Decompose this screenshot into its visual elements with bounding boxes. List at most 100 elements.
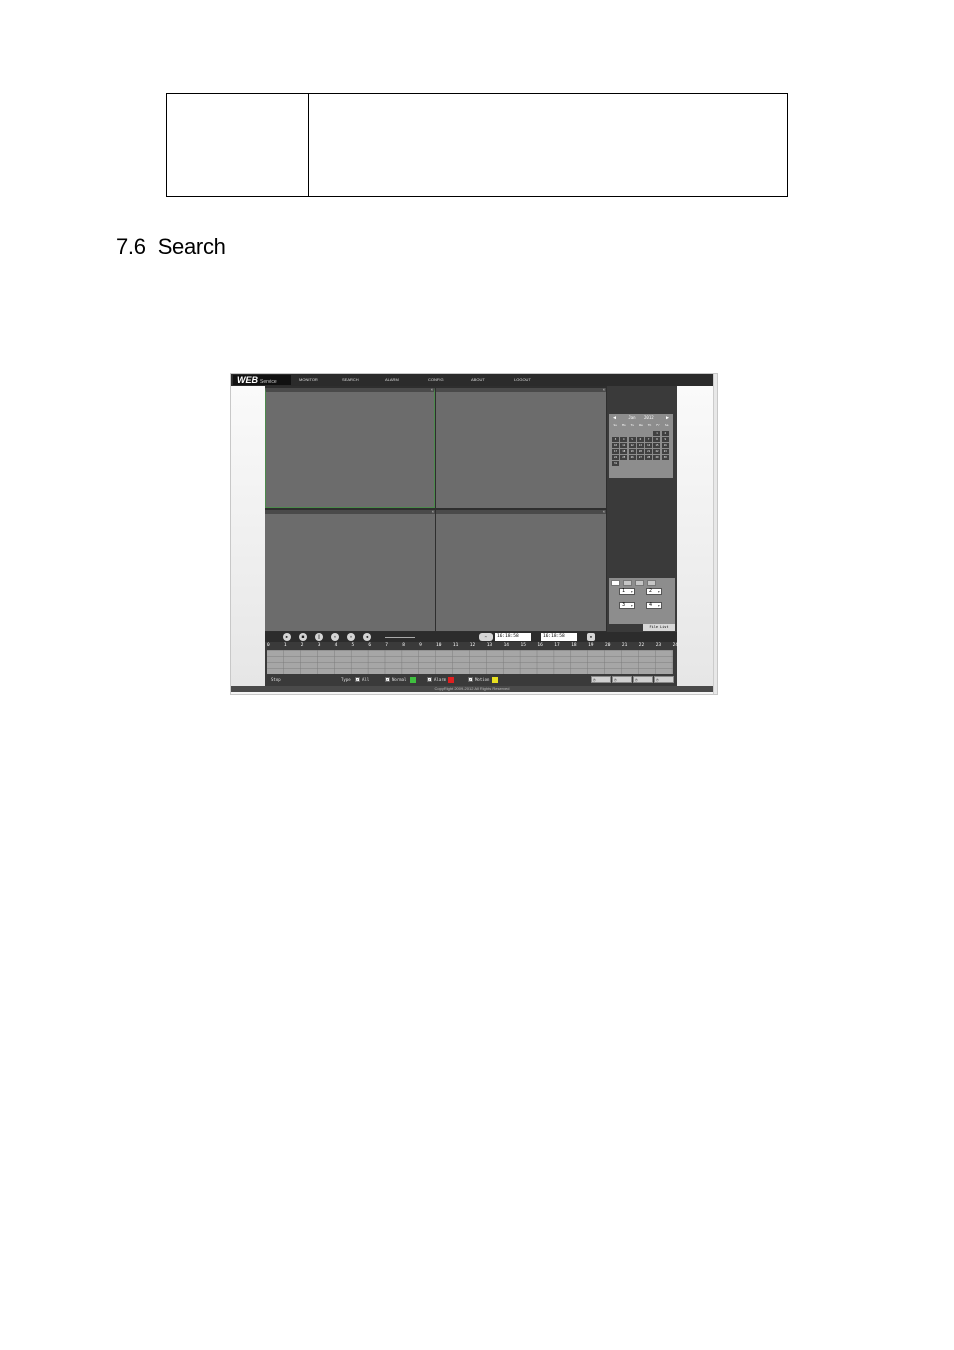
- menu-logout[interactable]: LOGOUT: [514, 374, 531, 386]
- weekday-label: Th: [647, 423, 652, 427]
- channel-select-4[interactable]: 4: [646, 602, 662, 609]
- calendar-day[interactable]: 18: [620, 449, 628, 454]
- volume-slider[interactable]: [385, 637, 415, 638]
- calendar-day[interactable]: 10: [612, 443, 619, 448]
- type-motion-checkbox[interactable]: ✓: [468, 677, 473, 682]
- hour-label: 3: [317, 643, 321, 648]
- calendar-day[interactable]: 20: [636, 449, 644, 454]
- calendar-day[interactable]: 23: [661, 449, 669, 454]
- calendar-day[interactable]: 19: [628, 449, 636, 454]
- slow-icon[interactable]: «: [331, 633, 339, 641]
- type-all-checkbox[interactable]: ✓: [355, 677, 360, 682]
- timeline-grid[interactable]: [267, 650, 673, 674]
- end-time-field[interactable]: 16:18:58: [541, 633, 577, 641]
- stop-icon[interactable]: ■: [299, 633, 307, 641]
- calendar-day[interactable]: 9: [661, 437, 669, 442]
- calendar-day[interactable]: 4: [620, 437, 628, 442]
- calendar-day[interactable]: 14: [645, 443, 653, 448]
- close-icon[interactable]: ×: [432, 509, 434, 514]
- prev-month-icon[interactable]: ◀: [613, 414, 616, 422]
- calendar-day[interactable]: 21: [645, 449, 653, 454]
- close-icon[interactable]: ×: [431, 387, 433, 392]
- zoom-1h-button[interactable]: ◷: [633, 676, 653, 683]
- hour-label: 17: [554, 643, 560, 648]
- page-scrollbar[interactable]: [713, 374, 717, 694]
- clip-icon[interactable]: ✂: [479, 633, 493, 641]
- video-pane-4[interactable]: ×: [436, 509, 606, 631]
- video-pane-3[interactable]: ×: [265, 509, 435, 631]
- hour-label: 1: [283, 643, 287, 648]
- calendar-day[interactable]: 1: [653, 431, 661, 436]
- layout-4-icon[interactable]: [623, 580, 632, 586]
- type-all-label: All: [362, 677, 370, 682]
- type-normal-label: Normal: [392, 677, 407, 682]
- start-time-field[interactable]: 16:18:58: [495, 633, 531, 641]
- calendar-day[interactable]: 12: [628, 443, 636, 448]
- calendar-day[interactable]: 27: [636, 455, 644, 460]
- file-list-button[interactable]: File List: [643, 624, 675, 631]
- menu-search[interactable]: SEARCH: [342, 374, 359, 386]
- hour-label: 15: [520, 643, 526, 648]
- volume-icon[interactable]: ◀: [363, 633, 371, 641]
- calendar-day[interactable]: 5: [628, 437, 636, 442]
- calendar-day[interactable]: 26: [628, 455, 636, 460]
- hour-label: 2: [300, 643, 304, 648]
- calendar-day[interactable]: 16: [661, 443, 669, 448]
- calendar-day[interactable]: 8: [653, 437, 661, 442]
- calendar-day[interactable]: 22: [653, 449, 661, 454]
- calendar-day[interactable]: 28: [645, 455, 653, 460]
- left-margin: [231, 386, 265, 686]
- calendar-day[interactable]: 29: [653, 455, 661, 460]
- hour-label: 13: [486, 643, 493, 648]
- calendar-day[interactable]: 7: [645, 437, 653, 442]
- hour-label: 8: [402, 643, 405, 648]
- video-pane-1[interactable]: ×: [265, 387, 435, 508]
- calendar-day[interactable]: 25: [620, 455, 628, 460]
- video-pane-2[interactable]: ×: [436, 387, 606, 508]
- right-margin: [677, 386, 713, 686]
- next-month-icon[interactable]: ▶: [666, 414, 669, 422]
- calendar-day[interactable]: 31: [612, 461, 619, 466]
- layout-1-icon[interactable]: [611, 580, 620, 586]
- menu-alarm[interactable]: ALARM: [385, 374, 399, 386]
- play-icon[interactable]: ▶: [283, 633, 291, 641]
- zoom-24h-button[interactable]: ◷: [591, 676, 611, 683]
- calendar-day[interactable]: 13: [636, 443, 644, 448]
- channel-select-3[interactable]: 3: [619, 602, 635, 609]
- close-icon[interactable]: ×: [603, 387, 605, 392]
- calendar-day[interactable]: 3: [612, 437, 619, 442]
- calendar-day[interactable]: 6: [636, 437, 644, 442]
- zoom-2h-button[interactable]: ◷: [612, 676, 632, 683]
- calendar-day[interactable]: 24: [612, 455, 619, 460]
- calendar-empty-cell: [620, 431, 627, 436]
- menu-about[interactable]: ABOUT: [471, 374, 485, 386]
- hour-label: 19: [588, 643, 594, 648]
- save-icon[interactable]: ▪: [587, 633, 595, 641]
- close-icon[interactable]: ×: [603, 509, 605, 514]
- pause-icon[interactable]: ‖: [315, 633, 323, 641]
- menu-config[interactable]: CONFIG: [428, 374, 444, 386]
- calendar-day[interactable]: 30: [661, 455, 669, 460]
- normal-color-swatch: [410, 677, 416, 683]
- channel-select-1[interactable]: 1: [619, 588, 635, 595]
- calendar-month: Jan: [628, 415, 636, 420]
- type-alarm-checkbox[interactable]: ✓: [427, 677, 432, 682]
- fast-icon[interactable]: »: [347, 633, 355, 641]
- channel-select-2[interactable]: 2: [646, 588, 662, 595]
- type-normal-checkbox[interactable]: ✓: [385, 677, 390, 682]
- info-table: [166, 93, 788, 197]
- layout-16-icon[interactable]: [647, 580, 656, 586]
- zoom-30m-button[interactable]: ◷: [654, 676, 674, 683]
- calendar-day[interactable]: 2: [661, 431, 669, 436]
- hour-label: 24: [672, 643, 679, 648]
- calendar-day[interactable]: 11: [620, 443, 628, 448]
- table-column-divider: [308, 94, 309, 196]
- web-service-logo: WEB Service: [233, 375, 291, 385]
- calendar-day[interactable]: 15: [653, 443, 661, 448]
- layout-9-icon[interactable]: [635, 580, 644, 586]
- menu-monitor[interactable]: MONITOR: [299, 374, 318, 386]
- search-main-area: × × × × ◀ Jan 2012 ▶ Su Mo Tu We Th Fr Sa 1234…: [265, 386, 679, 686]
- calendar-day[interactable]: 17: [612, 449, 619, 454]
- calendar-empty-cell: [629, 431, 636, 436]
- calendar-empty-cell: [637, 431, 644, 436]
